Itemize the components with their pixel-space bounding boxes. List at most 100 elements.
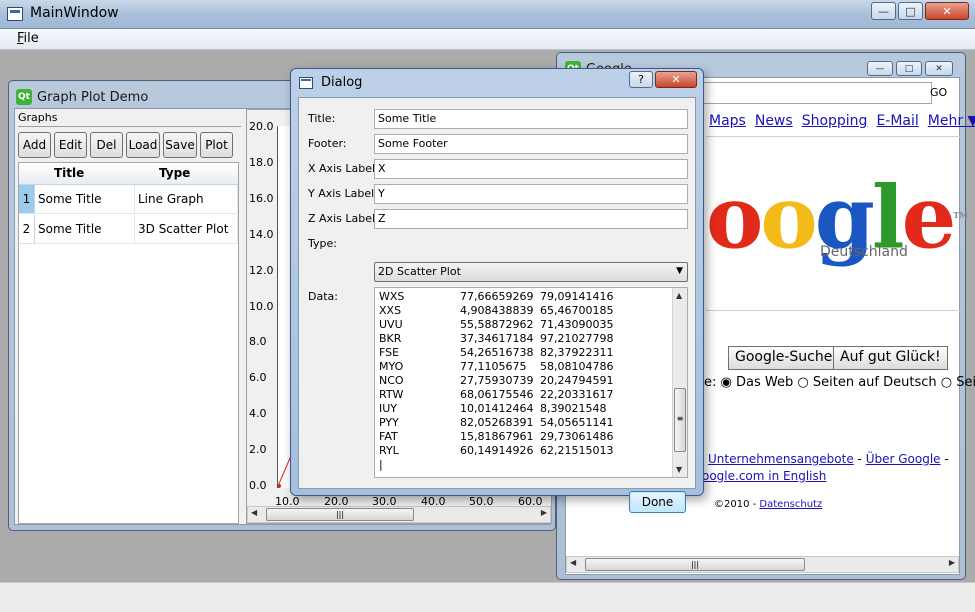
link-email[interactable]: E-Mail	[876, 113, 918, 129]
data-code: UVU	[379, 318, 403, 331]
divider	[706, 136, 961, 137]
data-code: NCO	[379, 374, 404, 387]
column-header-type[interactable]: Type	[159, 166, 190, 180]
data-code: PYY	[379, 416, 399, 429]
plot-point	[277, 484, 281, 488]
dialog-close-button[interactable]: ✕	[655, 71, 697, 88]
data-code: WXS	[379, 290, 405, 303]
data-textarea[interactable]: WXS 77,66659269 79,09141416 XXS 4,908438839…	[374, 287, 688, 478]
add-button[interactable]: Add	[18, 132, 51, 158]
graphs-table[interactable]: Title Type 1 Some Title Line Graph 2 Som…	[18, 162, 239, 524]
radio-de-icon[interactable]: ○	[797, 375, 808, 390]
close-button[interactable]: ✕	[925, 2, 969, 20]
plot-button[interactable]: Plot	[200, 132, 233, 158]
data-y: 8,39021548	[540, 402, 607, 415]
data-x: 68,06175546	[460, 388, 534, 401]
chevron-down-icon[interactable]: ▼	[676, 266, 683, 276]
menu-file[interactable]: File	[17, 31, 39, 46]
data-y: 20,24794591	[540, 374, 614, 387]
y-tick-label: 4.0	[249, 407, 267, 420]
scroll-left-arrow[interactable]: ◀	[570, 558, 576, 567]
maximize-button[interactable]: □	[898, 2, 923, 20]
google-search-button[interactable]: Google-Suche	[728, 346, 840, 370]
plot-hscrollbar[interactable]: ◀ ||| ▶	[247, 506, 551, 523]
link-maps[interactable]: Maps	[709, 113, 746, 129]
save-button[interactable]: Save	[163, 132, 197, 158]
scroll-thumb[interactable]: ≡	[674, 388, 686, 452]
table-cell-title[interactable]: Some Title	[35, 185, 135, 214]
graphs-group-label: Graphs	[18, 111, 58, 124]
title-field[interactable]: Some Title	[374, 109, 688, 129]
y-axis-field[interactable]: Y	[374, 184, 688, 204]
edit-button[interactable]: Edit	[54, 132, 87, 158]
row-header[interactable]: 2	[19, 215, 35, 244]
google-search-input[interactable]	[686, 82, 932, 104]
data-y: 29,73061486	[540, 430, 614, 443]
x-axis-field[interactable]: X	[374, 159, 688, 179]
data-y: 79,09141416	[540, 290, 614, 303]
link-mehr[interactable]: Mehr ▼	[928, 113, 975, 129]
data-x: 55,58872962	[460, 318, 534, 331]
scroll-up-arrow[interactable]: ▲	[676, 291, 682, 300]
column-header-title[interactable]: Title	[54, 166, 84, 180]
data-y: 65,46700185	[540, 304, 614, 317]
logo-letter: e	[901, 167, 957, 269]
qt-icon: Qt	[16, 89, 32, 105]
data-code: XXS	[379, 304, 402, 317]
radio-more-icon[interactable]: ○	[941, 375, 952, 390]
main-titlebar: MainWindow — □ ✕	[0, 0, 975, 29]
done-button[interactable]: Done	[629, 491, 686, 513]
app-window-icon	[7, 7, 23, 21]
table-cell-type[interactable]: Line Graph	[135, 185, 238, 214]
scroll-left-arrow[interactable]: ◀	[251, 508, 257, 517]
data-vscrollbar[interactable]: ▲ ≡ ▼	[672, 288, 687, 477]
link-news[interactable]: News	[755, 113, 793, 129]
minimize-button[interactable]: —	[871, 2, 896, 20]
load-button[interactable]: Load	[126, 132, 160, 158]
data-y: 97,21027798	[540, 332, 614, 345]
data-code: IUY	[379, 402, 398, 415]
link-business[interactable]: Unternehmensangebote	[708, 452, 854, 466]
dialog-window[interactable]: Dialog ? ✕ Title: Some Title Footer: Som…	[290, 68, 704, 513]
row-header[interactable]: 1	[19, 185, 35, 214]
scroll-thumb[interactable]: |||	[266, 508, 414, 521]
title-label: Title:	[308, 112, 336, 125]
main-window-title: MainWindow	[30, 5, 119, 21]
data-x: 27,75930739	[460, 374, 534, 387]
footer-links-line: Unternehmensangebote - Über Google -	[708, 452, 949, 466]
type-label: Type:	[308, 237, 337, 250]
radio-web-icon[interactable]: ◉	[721, 375, 732, 390]
y-axis-label: Y Axis Label:	[308, 187, 378, 200]
link-shopping[interactable]: Shopping	[802, 113, 868, 129]
link-about[interactable]: Über Google	[866, 452, 941, 466]
data-code: BKR	[379, 332, 402, 345]
text-caret: |	[379, 458, 383, 471]
lucky-button[interactable]: Auf gut Glück!	[833, 346, 948, 370]
data-x: 4,908438839	[460, 304, 534, 317]
google-maximize-button[interactable]: □	[896, 61, 922, 76]
google-minimize-button[interactable]: —	[867, 61, 893, 76]
help-button[interactable]: ?	[629, 71, 653, 88]
google-hscrollbar[interactable]: ◀ ||| ▶	[566, 556, 959, 573]
group-divider	[18, 126, 241, 128]
link-google-english[interactable]: oogle.com in English	[702, 469, 826, 483]
y-tick-label: 2.0	[249, 443, 267, 456]
scroll-down-arrow[interactable]: ▼	[676, 465, 682, 474]
type-select[interactable]: 2D Scatter Plot ▼	[374, 262, 688, 282]
google-footer: ©2010 - Datenschutz	[714, 499, 822, 510]
footer-field[interactable]: Some Footer	[374, 134, 688, 154]
scroll-thumb[interactable]: |||	[585, 558, 805, 571]
delete-button[interactable]: Del	[90, 132, 123, 158]
table-cell-title[interactable]: Some Title	[35, 215, 135, 244]
link-privacy[interactable]: Datenschutz	[759, 499, 822, 510]
table-cell-type[interactable]: 3D Scatter Plot	[135, 215, 238, 244]
y-tick-label: 20.0	[249, 120, 274, 133]
logo-letter: o	[706, 167, 763, 269]
google-go-button[interactable]: GO	[930, 86, 947, 99]
data-x: 37,34617184	[460, 332, 534, 345]
status-bar	[0, 582, 975, 612]
scroll-right-arrow[interactable]: ▶	[541, 508, 547, 517]
z-axis-field[interactable]: Z	[374, 209, 688, 229]
scroll-right-arrow[interactable]: ▶	[949, 558, 955, 567]
google-close-button[interactable]: ✕	[925, 61, 953, 76]
